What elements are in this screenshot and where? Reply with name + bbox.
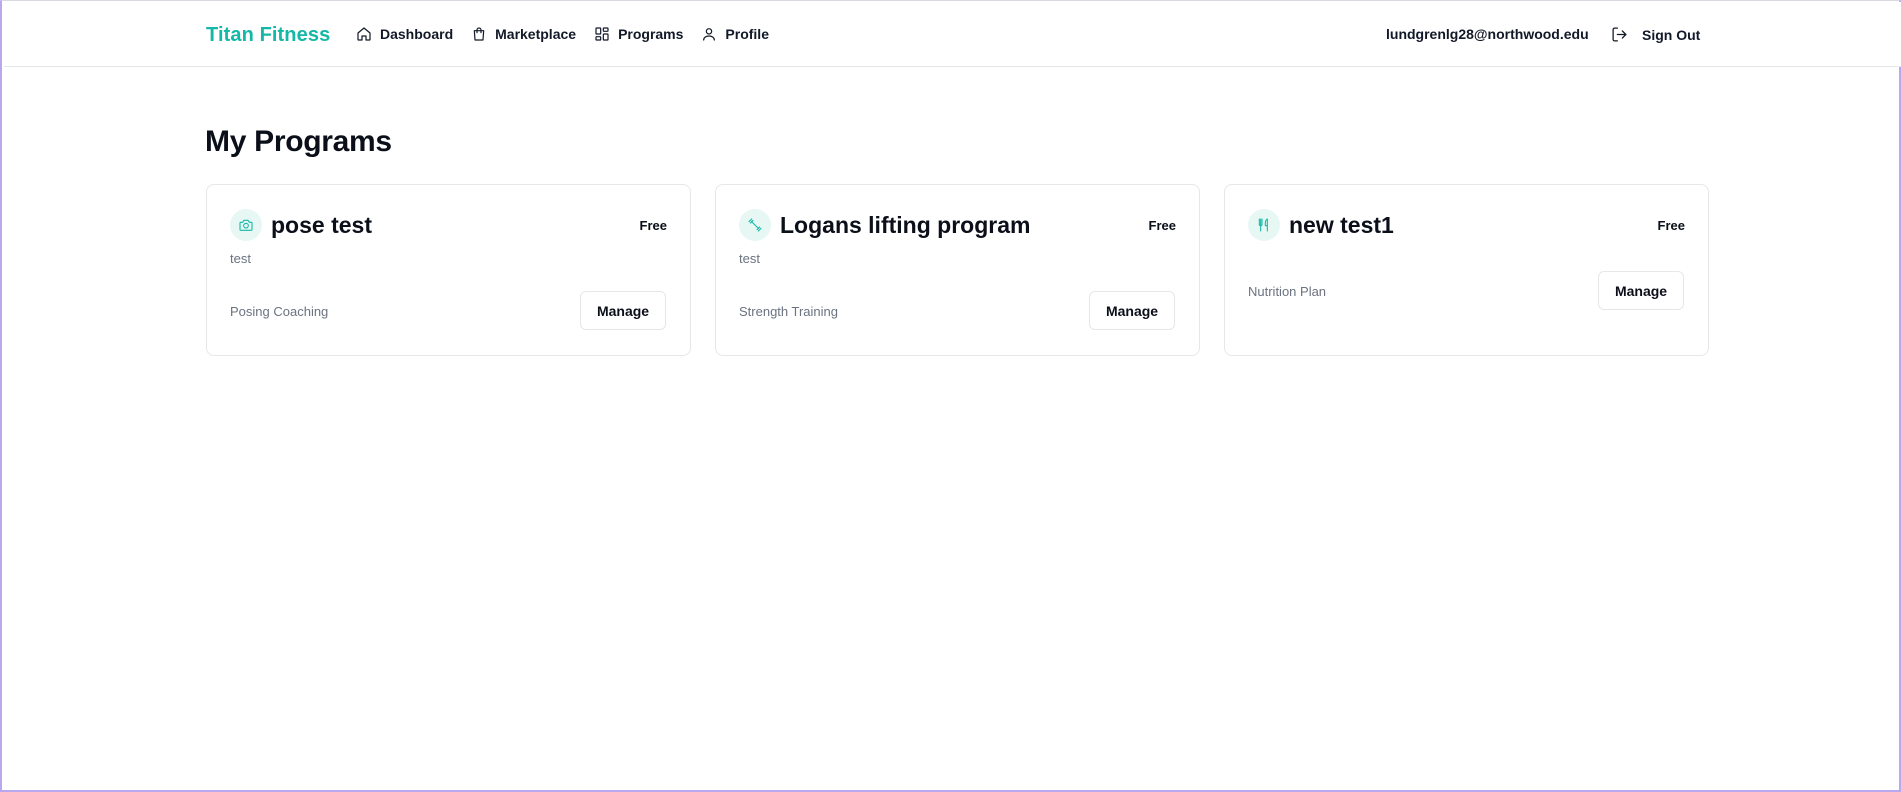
utensils-icon <box>1258 218 1268 232</box>
nav-item-marketplace[interactable]: Marketplace <box>471 26 576 42</box>
program-cards: pose test Free test Posing Coaching Mana… <box>206 184 1709 356</box>
shopping-bag-icon <box>473 27 485 41</box>
program-price: Free <box>1657 218 1685 233</box>
log-out-icon <box>1612 27 1627 42</box>
user-email: lundgrenlg28@northwood.edu <box>1386 26 1589 42</box>
nav-item-label: Dashboard <box>380 26 454 42</box>
program-card: pose test Free test Posing Coaching Mana… <box>206 184 691 356</box>
program-title: Logans lifting program <box>780 212 1031 238</box>
top-navbar: Titan Fitness Dashboard Marketplace Prog… <box>4 2 1901 67</box>
nav-item-profile[interactable]: Profile <box>701 26 769 42</box>
app-window: Titan Fitness Dashboard Marketplace Prog… <box>0 0 1901 792</box>
program-category: Strength Training <box>739 304 839 319</box>
grid-icon <box>595 27 609 41</box>
main-nav: Dashboard Marketplace Programs Profile <box>356 26 769 42</box>
manage-button[interactable]: Manage <box>1089 291 1175 330</box>
nav-item-label: Programs <box>618 26 684 42</box>
program-card: Logans lifting program Free test Strengt… <box>715 184 1200 356</box>
program-description: test <box>739 251 760 266</box>
program-card: new test1 Free Nutrition Plan Manage <box>1224 184 1709 356</box>
nav-item-dashboard[interactable]: Dashboard <box>356 26 453 42</box>
program-icon-badge <box>230 209 262 241</box>
program-category: Posing Coaching <box>230 304 329 319</box>
program-title: pose test <box>271 212 372 238</box>
camera-icon <box>239 219 253 231</box>
manage-button[interactable]: Manage <box>580 291 666 330</box>
program-title: new test1 <box>1289 212 1394 238</box>
brand-logo[interactable]: Titan Fitness <box>206 24 330 47</box>
user-icon <box>703 28 716 41</box>
nav-item-programs[interactable]: Programs <box>594 26 683 42</box>
sign-out-label: Sign Out <box>1642 26 1701 43</box>
program-price: Free <box>1148 218 1176 233</box>
dumbbell-icon <box>748 218 762 232</box>
page-title: My Programs <box>205 125 392 158</box>
manage-button[interactable]: Manage <box>1598 271 1684 310</box>
program-description: test <box>230 251 251 266</box>
program-category: Nutrition Plan <box>1248 284 1327 299</box>
sign-out-button[interactable]: Sign Out <box>1611 26 1700 43</box>
program-icon-badge <box>1248 209 1280 241</box>
home-icon <box>357 27 371 41</box>
nav-item-label: Profile <box>725 26 769 42</box>
program-icon-badge <box>739 209 771 241</box>
nav-item-label: Marketplace <box>495 26 577 42</box>
program-price: Free <box>639 218 667 233</box>
